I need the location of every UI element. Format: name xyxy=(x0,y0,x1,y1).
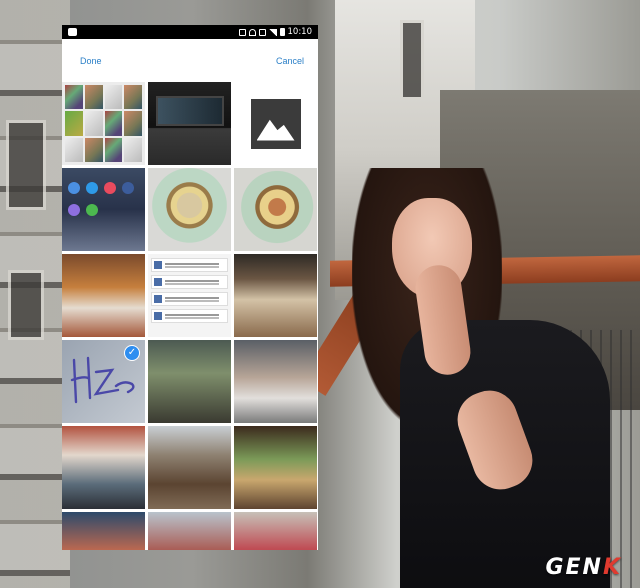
cancel-button[interactable]: Cancel xyxy=(276,56,304,66)
status-icons: 10:10 xyxy=(238,27,313,37)
notification-icon xyxy=(68,28,77,36)
photo-thumbnail[interactable] xyxy=(148,426,231,509)
photo-thumbnail[interactable] xyxy=(148,512,231,550)
selected-check-icon: ✓ xyxy=(124,345,140,361)
photo-thumbnail[interactable] xyxy=(234,254,317,337)
photo-thumbnail[interactable] xyxy=(234,168,317,251)
background-window xyxy=(8,270,44,340)
photo-thumbnail[interactable] xyxy=(234,340,317,423)
alarm-icon xyxy=(238,28,246,36)
photo-thumbnail[interactable] xyxy=(62,168,145,251)
photo-thumbnail[interactable] xyxy=(148,168,231,251)
status-time: 10:10 xyxy=(287,27,313,37)
battery-icon xyxy=(279,28,285,36)
photo-thumbnail[interactable] xyxy=(62,82,145,165)
photo-thumbnail[interactable] xyxy=(148,254,231,337)
wifi-icon xyxy=(248,28,256,36)
photo-grid: ✓ xyxy=(62,82,318,550)
status-bar: 10:10 xyxy=(62,25,318,39)
photo-thumbnail[interactable] xyxy=(62,254,145,337)
phone-screen: 10:10 Done Cancel ✓ xyxy=(62,25,318,550)
photo-thumbnail[interactable] xyxy=(234,426,317,509)
sim-icon xyxy=(258,28,266,36)
image-placeholder-icon xyxy=(250,98,301,149)
picker-toolbar: Done Cancel xyxy=(62,39,318,82)
photo-thumbnail[interactable] xyxy=(234,82,317,165)
background-window xyxy=(400,20,424,100)
photo-thumbnail[interactable] xyxy=(62,426,145,509)
photo-thumbnail[interactable] xyxy=(234,512,317,550)
signal-icon xyxy=(268,28,277,36)
done-button[interactable]: Done xyxy=(80,56,102,66)
background-window xyxy=(6,120,46,210)
photo-thumbnail-selected[interactable]: ✓ xyxy=(62,340,145,423)
photo-thumbnail[interactable] xyxy=(148,340,231,423)
photo-thumbnail[interactable] xyxy=(148,82,231,165)
photo-thumbnail[interactable] xyxy=(62,512,145,550)
watermark-logo: GENK xyxy=(545,555,622,580)
